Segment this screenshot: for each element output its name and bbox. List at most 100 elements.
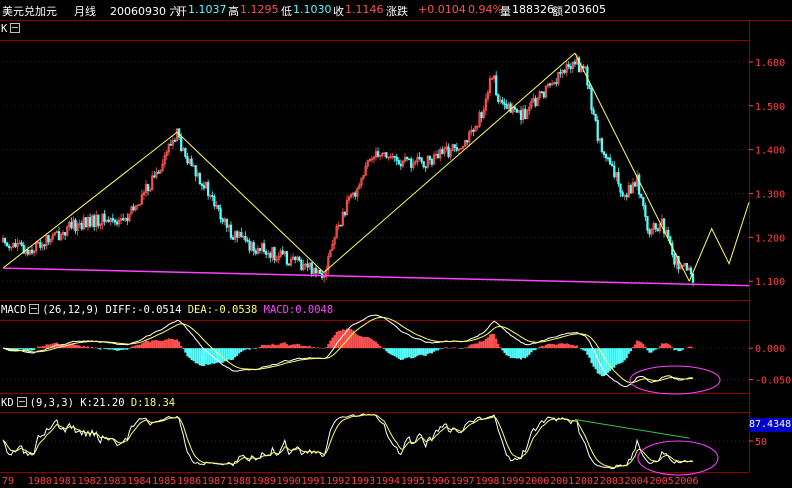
candle (281, 250, 284, 255)
candle (115, 221, 119, 225)
candle (524, 108, 527, 119)
candle (497, 94, 500, 102)
x-axis-label: 1996 (426, 476, 450, 487)
candle (20, 242, 23, 246)
macd-params: (26,12,9) (42, 304, 100, 316)
candle (202, 185, 206, 189)
candle (93, 215, 96, 228)
candle (39, 241, 42, 248)
candle (287, 263, 291, 266)
macd-name: MACD (1, 304, 27, 316)
x-axis-label: 79 (2, 476, 14, 487)
candle (534, 98, 537, 107)
candle (231, 237, 235, 240)
candle (625, 194, 628, 198)
candle (609, 157, 612, 165)
candle (555, 82, 558, 85)
candle (428, 155, 432, 160)
candle (146, 184, 150, 191)
candle (619, 183, 622, 193)
candle (217, 205, 220, 210)
trendline (2, 131, 178, 269)
collapse-icon[interactable] (29, 304, 40, 314)
candle (519, 110, 523, 120)
candle (430, 159, 434, 165)
candle (258, 248, 262, 251)
candle (30, 249, 34, 254)
price-tick-label: 1.100 (755, 277, 785, 288)
candle (173, 139, 177, 142)
collapse-icon[interactable] (16, 397, 27, 407)
candle (194, 165, 197, 177)
x-axis-label: 1997 (451, 476, 475, 487)
kd-d-label: D: (130, 397, 144, 409)
x-axis-label: 2005 (650, 476, 674, 487)
candle (240, 232, 243, 237)
candle (97, 214, 100, 227)
macd-dea-label: DEA: (187, 304, 214, 316)
collapse-icon[interactable] (10, 23, 21, 33)
kd-k-value: 21.20 (92, 397, 125, 409)
candle (107, 219, 110, 223)
candle (57, 231, 61, 241)
candle (219, 208, 222, 220)
candle (654, 223, 657, 230)
x-axis-label: 1985 (152, 476, 176, 487)
x-axis-label: 1984 (127, 476, 151, 487)
candle (397, 160, 400, 165)
x-axis-label: 1987 (202, 476, 226, 487)
candle (393, 155, 396, 158)
candle (6, 242, 9, 247)
candle (472, 129, 475, 132)
candle (285, 251, 289, 265)
kd-tick-label: 50 (755, 437, 767, 448)
candle (190, 158, 193, 167)
candle (648, 229, 651, 235)
candle (466, 139, 469, 143)
x-axis-label: 1993 (351, 476, 375, 487)
candle (343, 211, 347, 216)
candle (339, 224, 342, 227)
candle (691, 273, 695, 283)
candle (617, 172, 620, 185)
macd-panel-title: MACD (26,12,9) DIFF:-0.0514 DEA:-0.0538 M… (1, 303, 333, 316)
candle (252, 242, 255, 252)
candle (318, 269, 322, 274)
candle (405, 156, 409, 160)
candle (540, 91, 543, 94)
x-axis-label: 1982 (78, 476, 102, 487)
candle (567, 64, 570, 67)
macd-dea-value: -0.0538 (213, 304, 258, 316)
candle (424, 166, 427, 169)
candle (273, 247, 276, 261)
candle (513, 106, 516, 110)
candle (604, 153, 608, 159)
candle (376, 151, 380, 157)
x-axis-label: 2006 (674, 476, 698, 487)
candle (646, 216, 649, 231)
price-tick-label: 1.200 (755, 233, 785, 244)
kd-params: (9,3,3) (29, 397, 74, 409)
candle (685, 262, 688, 271)
kd-name: KD (1, 397, 14, 409)
x-axis-label: 2003 (600, 476, 624, 487)
trendline (176, 131, 325, 273)
candle (262, 243, 266, 253)
candle (611, 163, 614, 167)
x-axis-label: 1981 (53, 476, 77, 487)
x-axis-label: 2004 (625, 476, 649, 487)
candle (184, 148, 187, 157)
candle (509, 103, 512, 113)
candle (621, 191, 624, 197)
candle (213, 196, 216, 207)
candle (43, 244, 46, 247)
macd-macd-value: 0.0048 (295, 304, 334, 316)
candle (126, 217, 129, 222)
macd-macd-label: MACD: (263, 304, 296, 316)
candle (600, 138, 604, 153)
candle (153, 175, 156, 178)
candle (47, 235, 50, 243)
candle (294, 256, 297, 260)
x-axis-label: 1998 (475, 476, 499, 487)
x-axis-label: 1980 (28, 476, 52, 487)
